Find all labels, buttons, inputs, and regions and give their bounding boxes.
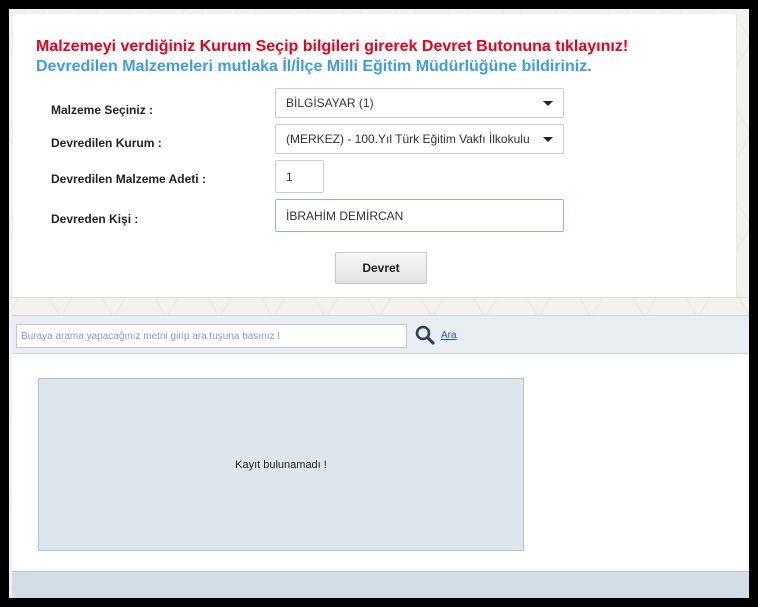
divider	[9, 297, 749, 298]
results-grid: Kayıt bulunamadı !	[38, 378, 524, 551]
kurum-select[interactable]: (MERKEZ) - 100.Yıl Türk Eğitim Vakfı İlk…	[275, 124, 564, 154]
malzeme-label: Malzeme Seçiniz :	[51, 103, 154, 117]
kisi-input[interactable]: İBRAHİM DEMİRCAN	[275, 199, 564, 232]
grid-footer-bar	[12, 571, 749, 598]
kurum-select-value: (MERKEZ) - 100.Yıl Türk Eğitim Vakfı İlk…	[286, 132, 530, 146]
chevron-down-icon	[543, 101, 553, 106]
window-frame: Malzemeyi verdiğiniz Kurum Seçip bilgile…	[9, 9, 749, 598]
malzeme-select[interactable]: BİLGİSAYAR (1)	[275, 88, 564, 118]
info-title: Devredilen Malzemeleri mutlaka İl/İlçe M…	[36, 58, 592, 75]
adet-input[interactable]: 1	[275, 160, 324, 193]
search-results-panel: Buraya arama yapacağınız metni girip ara…	[12, 315, 749, 598]
kurum-label: Devredilen Kurum :	[51, 136, 162, 150]
warning-title: Malzemeyi verdiğiniz Kurum Seçip bilgile…	[36, 38, 629, 55]
kisi-input-value: İBRAHİM DEMİRCAN	[286, 208, 404, 223]
magnifier-icon[interactable]	[414, 324, 436, 346]
kisi-label: Devreden Kişi :	[51, 212, 139, 226]
adet-input-value: 1	[286, 169, 293, 184]
chevron-down-icon	[543, 137, 553, 142]
search-link[interactable]: Ara	[441, 330, 457, 341]
search-input[interactable]: Buraya arama yapacağınız metni girip ara…	[16, 324, 407, 348]
empty-result-message: Kayıt bulunamadı !	[235, 458, 327, 471]
devret-button[interactable]: Devret	[335, 252, 427, 284]
search-toolbar: Buraya arama yapacağınız metni girip ara…	[12, 316, 749, 354]
transfer-form-panel: Malzemeyi verdiğiniz Kurum Seçip bilgile…	[13, 14, 737, 297]
malzeme-select-value: BİLGİSAYAR (1)	[286, 96, 374, 110]
adet-label: Devredilen Malzeme Adeti :	[51, 172, 206, 186]
